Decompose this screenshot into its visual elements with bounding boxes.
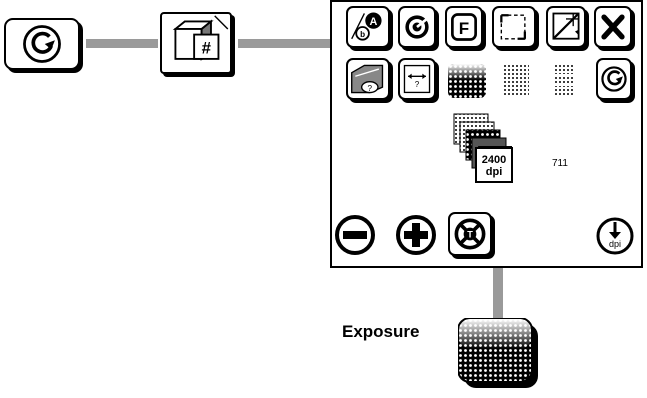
f-letter-button[interactable]: F bbox=[445, 6, 483, 48]
exposure-label: Exposure bbox=[342, 322, 420, 341]
refresh-button[interactable] bbox=[4, 18, 80, 70]
resolution-value: 2400 bbox=[481, 154, 507, 166]
page-frame-button[interactable] bbox=[492, 6, 536, 48]
fine-halftone-icon[interactable] bbox=[554, 64, 574, 96]
width-arrows-icon: ? bbox=[403, 64, 431, 94]
coarse-halftone-icon[interactable] bbox=[503, 64, 529, 96]
svg-text:A: A bbox=[370, 16, 378, 28]
halftone-exposure-icon bbox=[457, 317, 538, 388]
svg-text:?: ? bbox=[415, 80, 420, 89]
refresh-small-button[interactable] bbox=[596, 58, 632, 100]
dpi-down-unit: dpi bbox=[608, 239, 621, 249]
lifebuoy-button[interactable]: T bbox=[448, 212, 492, 256]
document-stack: 2400 dpi bbox=[450, 112, 532, 186]
diagonal-crop-icon bbox=[552, 12, 580, 40]
connector-bar bbox=[86, 39, 158, 48]
hash-box-icon: # bbox=[172, 15, 229, 61]
folder-question-icon: ? bbox=[351, 64, 384, 94]
page-frame-icon bbox=[500, 14, 526, 40]
connector-bar bbox=[238, 39, 332, 48]
page-count: 711 bbox=[552, 158, 568, 169]
svg-text:#: # bbox=[202, 38, 212, 57]
plus-icon bbox=[396, 215, 436, 255]
close-button[interactable] bbox=[594, 6, 632, 48]
svg-text:F: F bbox=[459, 19, 469, 38]
ab-letters-button[interactable]: A b bbox=[346, 6, 390, 48]
connector-bar-vertical bbox=[493, 268, 503, 320]
width-arrows-button[interactable]: ? bbox=[398, 58, 436, 100]
screen-halftone-icon[interactable] bbox=[448, 64, 486, 98]
close-icon bbox=[601, 14, 625, 40]
folder-question-button[interactable]: ? bbox=[346, 58, 390, 100]
resolution-unit: dpi bbox=[485, 166, 503, 178]
dpi-down-icon bbox=[596, 217, 634, 255]
hash-box-button[interactable]: # bbox=[160, 12, 232, 74]
refresh-circle-icon bbox=[23, 25, 61, 63]
svg-text:T: T bbox=[467, 230, 473, 240]
dpi-down-button[interactable]: dpi bbox=[596, 216, 634, 256]
spiral-badge-icon bbox=[405, 15, 429, 39]
svg-text:b: b bbox=[360, 30, 365, 39]
halftone-exposure-button[interactable] bbox=[457, 317, 540, 390]
spiral-badge-button[interactable] bbox=[398, 6, 436, 48]
minus-icon bbox=[335, 215, 375, 255]
diagonal-crop-button[interactable] bbox=[546, 6, 586, 48]
svg-text:?: ? bbox=[368, 84, 373, 93]
lifebuoy-t-icon: T bbox=[454, 218, 486, 250]
plus-button[interactable] bbox=[396, 215, 436, 255]
f-letter-icon: F bbox=[451, 13, 477, 41]
minus-button[interactable] bbox=[335, 215, 375, 255]
ab-letters-icon: A b bbox=[351, 12, 382, 41]
refresh-circle-icon bbox=[601, 66, 627, 92]
